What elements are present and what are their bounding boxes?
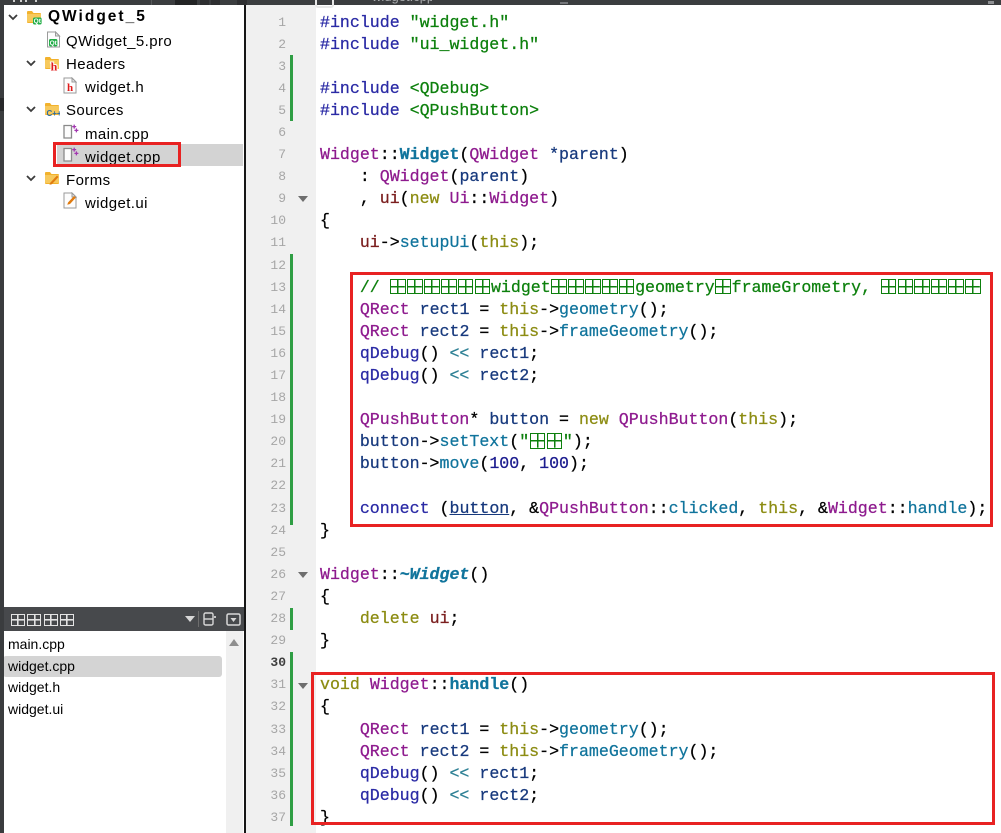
svg-text:Qt: Qt xyxy=(50,40,58,47)
svg-text:Qt: Qt xyxy=(34,18,42,25)
svg-text:C++: C++ xyxy=(46,109,60,117)
svg-text:h: h xyxy=(67,82,73,94)
svg-text:h: h xyxy=(51,60,58,72)
